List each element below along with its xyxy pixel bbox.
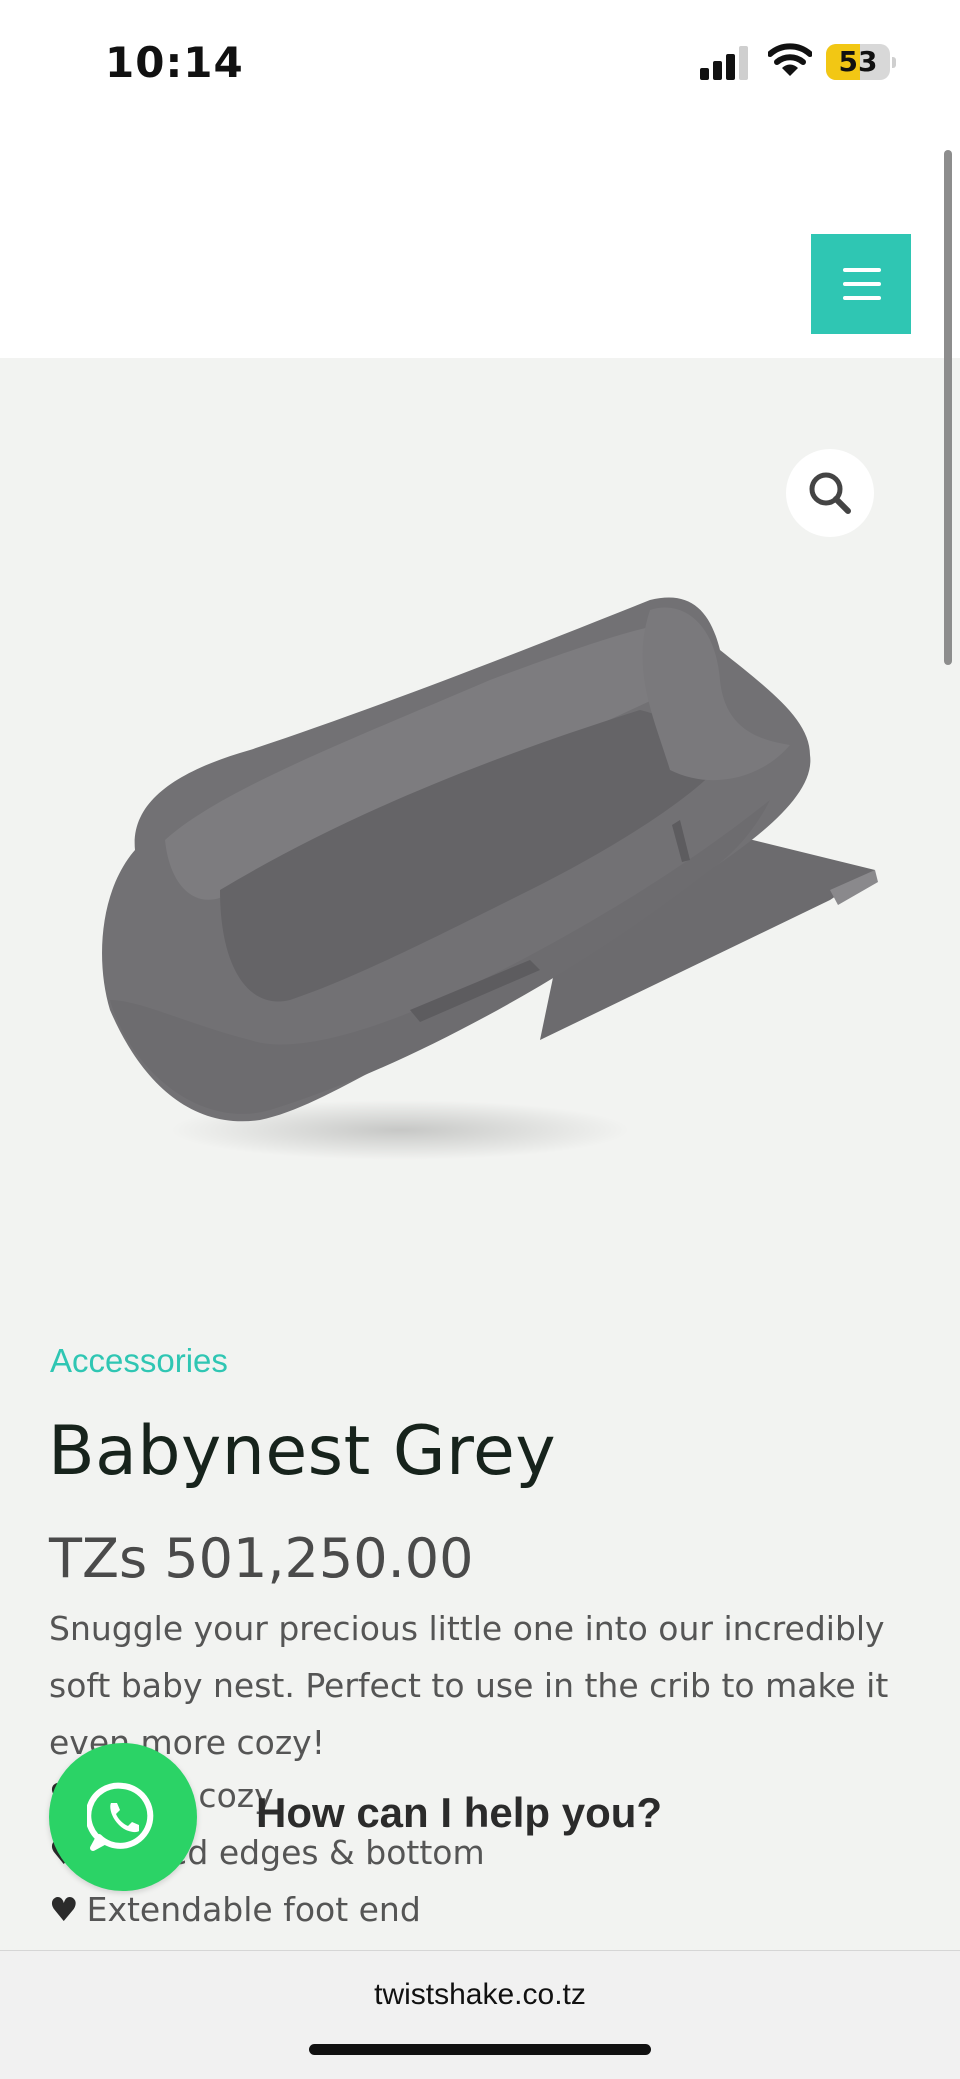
heart-icon: ♥ — [49, 1890, 79, 1929]
status-time: 10:14 — [105, 38, 244, 87]
search-icon — [809, 472, 851, 514]
feature-text: Extendable foot end — [86, 1890, 421, 1929]
battery-percent: 53 — [838, 45, 878, 78]
chat-prompt[interactable]: How can I help you? — [256, 1789, 662, 1837]
wifi-icon — [768, 43, 812, 76]
browser-bottom-bar — [0, 1950, 960, 2079]
menu-button[interactable] — [811, 234, 911, 334]
product-category-link[interactable]: Accessories — [50, 1342, 228, 1380]
status-bar: 10:14 53 — [0, 0, 960, 120]
product-title: Babynest Grey — [48, 1412, 557, 1491]
feature-item: ♥ Extendable foot end — [49, 1881, 919, 1938]
whatsapp-chat-button[interactable] — [49, 1743, 197, 1891]
product-image[interactable] — [70, 570, 890, 1190]
cellular-signal-icon — [700, 46, 748, 80]
scrollbar[interactable] — [944, 150, 952, 665]
battery-indicator: 53 — [826, 44, 896, 82]
address-bar[interactable]: twistshake.co.tz — [0, 1978, 960, 2012]
whatsapp-icon — [87, 1782, 154, 1851]
product-description: Snuggle your precious little one into ou… — [49, 1609, 889, 1762]
battery-icon: 53 — [826, 44, 890, 80]
home-indicator[interactable] — [309, 2044, 651, 2055]
product-price: TZs 501,250.00 — [49, 1527, 474, 1590]
image-zoom-button[interactable] — [786, 449, 874, 537]
